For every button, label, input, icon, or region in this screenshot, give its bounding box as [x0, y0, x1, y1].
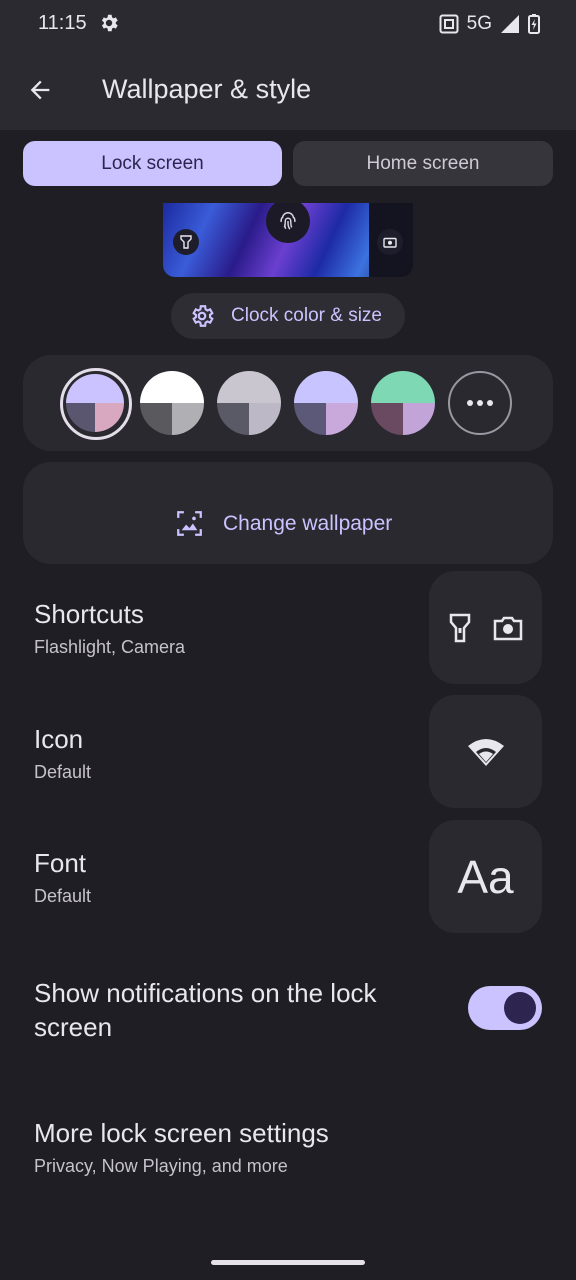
clock-color-size-label: Clock color & size: [231, 305, 382, 326]
wallpaper-icon: [177, 511, 202, 536]
network-type: 5G: [466, 13, 492, 34]
app-bar: Wallpaper & style: [0, 48, 576, 130]
color-swatch-1[interactable]: [66, 374, 124, 432]
font-title: Font: [34, 848, 87, 878]
change-wallpaper-label: Change wallpaper: [223, 511, 393, 535]
tab-lock-screen[interactable]: Lock screen: [23, 141, 282, 186]
font-sample: Aa: [457, 850, 514, 903]
swatch-quadrant: [140, 371, 172, 403]
swatch-quadrant: [326, 371, 358, 403]
swatch-quadrant: [95, 374, 124, 403]
swatch-quadrant: [294, 403, 326, 435]
shortcuts-subtitle: Flashlight, Camera: [34, 637, 186, 657]
swatch-quadrant: [217, 403, 249, 435]
notifications-toggle[interactable]: [468, 986, 542, 1030]
swatch-quadrant: [172, 403, 204, 435]
color-swatch-4[interactable]: [294, 371, 358, 435]
color-swatch-3[interactable]: [217, 371, 281, 435]
notifications-title: Show notifications on the lock screen: [34, 978, 377, 1042]
more-horizontal-icon: [467, 400, 493, 406]
gesture-nav-handle: [211, 1260, 365, 1265]
camera-icon: [493, 616, 522, 640]
preview-camera-icon: [377, 229, 403, 255]
swatch-quadrant: [403, 371, 435, 403]
swatch-quadrant: [326, 403, 358, 435]
swatch-quadrant: [95, 403, 124, 432]
swatch-quadrant: [371, 403, 403, 435]
fingerprint-icon: [266, 203, 310, 243]
font-tile[interactable]: Aa: [429, 820, 542, 933]
status-bar: 11:15 5G: [0, 0, 576, 48]
preview-flashlight-icon: [173, 229, 199, 255]
swatch-quadrant: [249, 371, 281, 403]
settings-gear-icon: [101, 14, 118, 32]
more-settings-subtitle: Privacy, Now Playing, and more: [34, 1156, 288, 1176]
color-swatch-5[interactable]: [371, 371, 435, 435]
swatch-quadrant: [172, 371, 204, 403]
swatch-quadrant: [66, 403, 95, 432]
wifi-icon: [467, 738, 504, 766]
back-arrow-icon[interactable]: [26, 76, 54, 104]
nfc-icon: [439, 14, 459, 34]
page-title: Wallpaper & style: [102, 74, 312, 104]
change-wallpaper-button[interactable]: Change wallpaper: [176, 510, 392, 537]
swatch-quadrant: [66, 374, 95, 403]
more-settings-title[interactable]: More lock screen settings: [34, 1118, 329, 1149]
clock-color-size-button[interactable]: Clock color & size: [171, 293, 405, 339]
swatch-quadrant: [249, 403, 281, 435]
swatch-quadrant: [217, 371, 249, 403]
swatch-quadrant: [294, 371, 326, 403]
flashlight-icon: [449, 613, 470, 642]
toggle-thumb: [504, 992, 536, 1024]
swatch-quadrant: [371, 371, 403, 403]
icon-tile[interactable]: [429, 695, 542, 808]
battery-charging-icon: [528, 14, 540, 34]
swatch-quadrant: [403, 403, 435, 435]
signal-icon: [501, 15, 519, 33]
color-swatch-2[interactable]: [140, 371, 204, 435]
shortcuts-title: Shortcuts: [34, 599, 144, 629]
lock-screen-preview[interactable]: [163, 203, 413, 277]
shortcuts-tile[interactable]: [429, 571, 542, 684]
gear-icon: [192, 305, 214, 327]
swatch-quadrant: [140, 403, 172, 435]
tab-home-screen[interactable]: Home screen: [293, 141, 553, 186]
icon-title: Icon: [34, 724, 84, 754]
font-subtitle: Default: [34, 886, 92, 906]
icon-subtitle: Default: [34, 762, 92, 782]
more-colors-button[interactable]: [448, 371, 512, 435]
status-time: 11:15: [38, 12, 87, 34]
